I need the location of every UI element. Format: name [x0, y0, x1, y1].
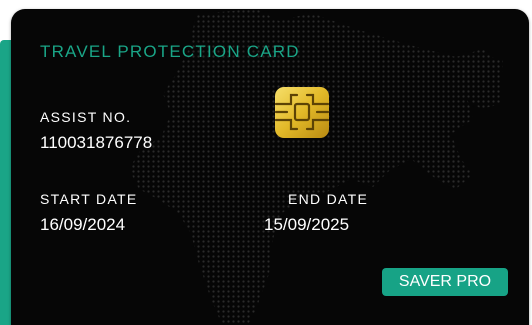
assist-number-label: ASSIST NO.: [40, 109, 132, 125]
start-date-label: START DATE: [40, 191, 138, 207]
end-date-label: END DATE: [288, 191, 369, 207]
sim-chip-icon: [274, 87, 330, 138]
start-date-value: 16/09/2024: [40, 215, 126, 234]
assist-number-value: 110031876778: [40, 133, 153, 152]
end-date-value: 15/09/2025: [264, 215, 350, 234]
card-title: TRAVEL PROTECTION CARD: [40, 42, 300, 61]
card-stage: TRAVEL PROTECTION CARD ASSIST NO. 110031…: [0, 0, 532, 325]
plan-badge: SAVER PRO: [382, 268, 508, 296]
travel-protection-card: TRAVEL PROTECTION CARD ASSIST NO. 110031…: [11, 9, 529, 325]
